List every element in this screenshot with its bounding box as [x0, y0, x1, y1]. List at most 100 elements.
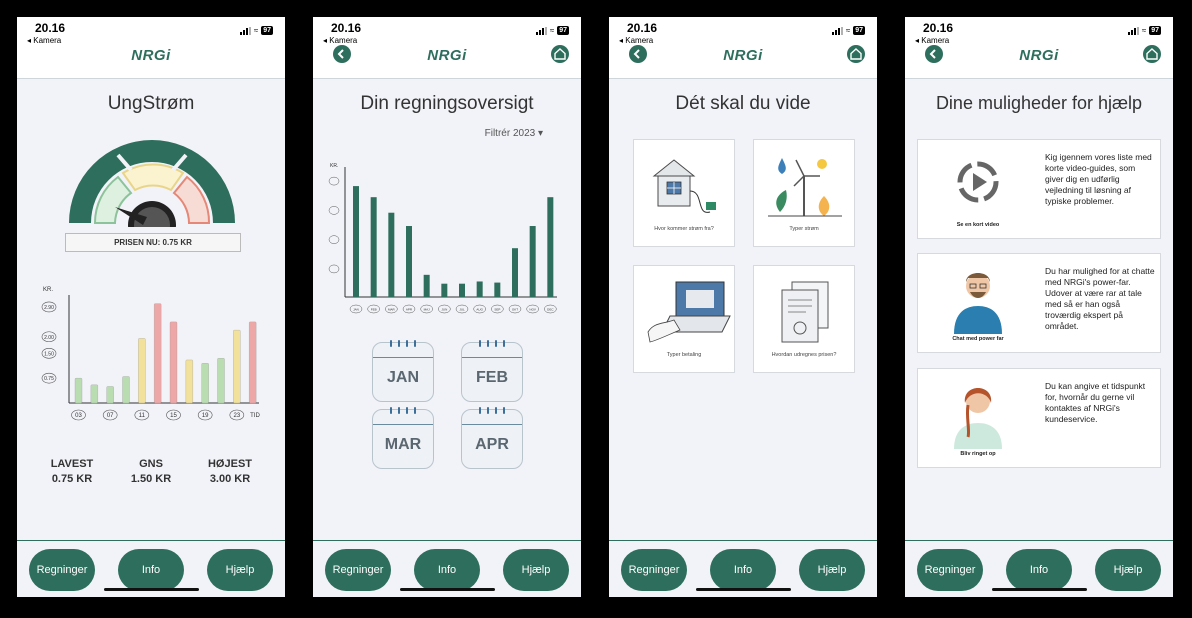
chart-bar	[459, 283, 465, 297]
chart-bar	[512, 248, 518, 297]
status-bar: 20.16 ◂ Kamera ≈ 97 NRGi	[313, 17, 581, 79]
system-icons: ≈ 97	[535, 26, 569, 35]
status-bar: 20.16 ◂ Kamera ≈ 97 NRGi	[609, 17, 877, 79]
help-card-video[interactable]: Se en kort video Kig igennem vores liste…	[917, 139, 1161, 239]
wifi-icon: ≈	[845, 26, 851, 35]
home-button[interactable]	[847, 45, 865, 63]
tab-info[interactable]: Info	[414, 549, 480, 591]
clock: 20.16	[627, 21, 658, 35]
tab-regninger[interactable]: Regninger	[325, 549, 391, 591]
signal-icon	[831, 26, 843, 35]
tab-info[interactable]: Info	[710, 549, 776, 591]
back-to-app-link[interactable]: ◂ Kamera	[323, 36, 357, 45]
phone-screen-help: 20.16 ◂ Kamera ≈ 97 NRGi Dine muligheder…	[905, 17, 1173, 597]
month-label: APR	[475, 436, 509, 453]
month-label: MAR	[384, 436, 422, 453]
home-indicator[interactable]	[696, 588, 791, 591]
home-icon	[554, 48, 566, 60]
brand-logo: NRGi	[1019, 47, 1059, 64]
help-card-callback[interactable]: Bliv ringet op Du kan angive et tidspunk…	[917, 368, 1161, 468]
price-gauge	[69, 140, 235, 227]
chart-bar	[169, 321, 178, 404]
info-card-price-calculation[interactable]: Hvordan udregnes prisen?	[753, 265, 855, 373]
calendar-month-mar[interactable]: MAR	[372, 407, 434, 469]
info-card-power-source[interactable]: Hvor kommer strøm fra?	[633, 139, 735, 247]
y-axis-unit: KR.	[330, 163, 338, 169]
card-caption: Typer betaling	[666, 352, 702, 358]
card-caption: Typer strøm	[789, 226, 819, 232]
chevron-left-icon	[337, 49, 344, 59]
house-plug-illustration	[652, 159, 716, 213]
card-caption: Hvor kommer strøm fra?	[654, 226, 714, 232]
brand-logo: NRGi	[427, 47, 467, 64]
chart-bar	[249, 321, 257, 404]
chevron-left-icon	[929, 49, 936, 59]
tab-regninger[interactable]: Regninger	[621, 549, 687, 591]
home-indicator[interactable]	[992, 588, 1087, 591]
page-title: UngStrøm	[107, 93, 195, 114]
calendar-month-feb[interactable]: FEB	[461, 340, 523, 402]
card-caption: Se en kort video	[956, 222, 1000, 228]
hourly-price-chart: KR. 2.90 2.00 1.50 0.75 03 07 11 15 19 23 TID	[41, 287, 260, 421]
calendar-month-apr[interactable]: APR	[461, 407, 523, 469]
x-tick-label: 23	[233, 413, 240, 419]
back-button[interactable]	[925, 45, 943, 63]
chart-bar	[388, 212, 395, 297]
calendar-month-jan[interactable]: JAN	[372, 340, 434, 402]
stat-value: 0.75 KR	[51, 473, 93, 485]
battery-icon: 97	[1149, 26, 1161, 35]
home-button[interactable]	[551, 45, 569, 63]
year-filter[interactable]: Filtrér 2023 ▾	[485, 128, 543, 139]
stat-lowest: LAVEST 0.75 KR	[32, 457, 112, 487]
x-tick-label: JUN	[441, 308, 447, 312]
signal-icon	[239, 26, 251, 35]
x-tick-label: DEC	[547, 308, 554, 312]
chart-bar	[370, 197, 377, 297]
tab-info[interactable]: Info	[1006, 549, 1072, 591]
home-indicator[interactable]	[400, 588, 495, 591]
battery-icon: 97	[853, 26, 865, 35]
y-tick-label: 2.90	[44, 305, 54, 311]
tab-hjaelp[interactable]: Hjælp	[1095, 549, 1161, 591]
stat-value: 1.50 KR	[130, 473, 172, 485]
system-icons: ≈ 97	[239, 26, 273, 35]
page-title: Dine muligheder for hjælp	[935, 93, 1143, 113]
x-axis-unit: TID	[250, 413, 260, 419]
tab-info[interactable]: Info	[118, 549, 184, 591]
card-description: Du kan angive et tidspunkt for, hvornår …	[1045, 381, 1146, 424]
tab-hjaelp[interactable]: Hjælp	[503, 549, 569, 591]
chart-bar	[353, 186, 359, 297]
chart-bar	[233, 329, 241, 404]
wifi-icon: ≈	[549, 26, 555, 35]
info-card-payment-types[interactable]: Typer betaling	[633, 265, 735, 373]
tab-regninger[interactable]: Regninger	[917, 549, 983, 591]
back-to-app-link[interactable]: ◂ Kamera	[27, 36, 61, 45]
chart-bar	[476, 281, 483, 297]
back-button[interactable]	[333, 45, 351, 63]
home-indicator[interactable]	[104, 588, 199, 591]
card-caption: Chat med power far	[952, 336, 1004, 342]
chart-bar	[201, 363, 209, 404]
info-card-power-types[interactable]: Typer strøm	[753, 139, 855, 247]
stat-value: 3.00 KR	[209, 473, 251, 485]
tab-hjaelp[interactable]: Hjælp	[799, 549, 865, 591]
x-tick-label: 11	[139, 413, 146, 419]
help-card-chat[interactable]: Chat med power far Du har mulighed for a…	[917, 253, 1161, 353]
stat-average: GNS 1.50 KR	[111, 457, 191, 487]
back-to-app-link[interactable]: ◂ Kamera	[915, 36, 949, 45]
chart-bar	[106, 386, 114, 404]
x-tick-label: 19	[202, 413, 209, 419]
chart-bar	[423, 274, 430, 297]
home-button[interactable]	[1143, 45, 1161, 63]
wifi-icon: ≈	[1141, 26, 1147, 35]
tab-hjaelp[interactable]: Hjælp	[207, 549, 273, 591]
back-button[interactable]	[629, 45, 647, 63]
x-tick-label: MAJ	[424, 308, 431, 312]
tab-regninger[interactable]: Regninger	[29, 549, 95, 591]
chevron-left-icon	[633, 49, 640, 59]
page-title: Dét skal du vide	[675, 93, 811, 114]
battery-icon: 97	[261, 26, 273, 35]
x-tick-label: 07	[107, 413, 114, 419]
chart-bar	[494, 282, 501, 297]
back-to-app-link[interactable]: ◂ Kamera	[619, 36, 653, 45]
